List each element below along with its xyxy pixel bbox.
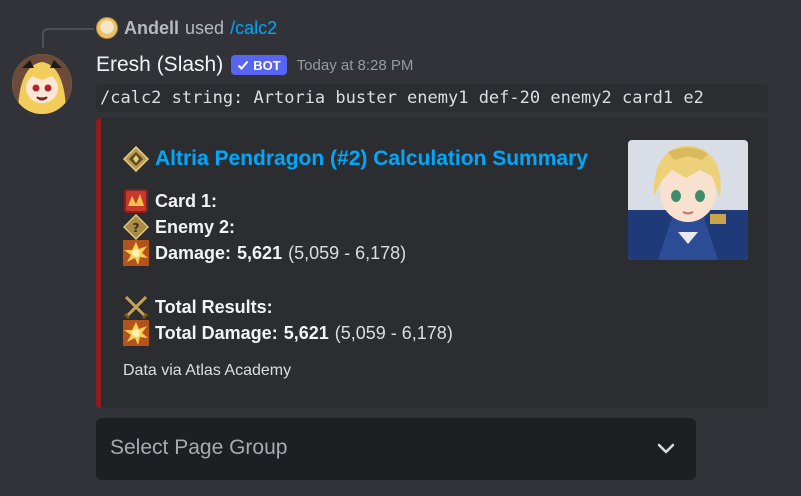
embed-title-link[interactable]: Altria Pendragon (#2) Calculation Summar… <box>155 147 588 171</box>
reply-user-avatar[interactable] <box>96 17 118 39</box>
message-timestamp[interactable]: Today at 8:28 PM <box>297 57 414 74</box>
enemy-label: Enemy 2: <box>155 216 236 237</box>
damage-field: Damage: 5,621 (5,059 - 6,178) <box>123 240 406 266</box>
embed-title: Altria Pendragon (#2) Calculation Summar… <box>123 146 588 172</box>
damage-range: (5,059 - 6,178) <box>288 242 407 263</box>
calculation-embed: Altria Pendragon (#2) Calculation Summar… <box>96 118 768 408</box>
reply-used-text: used <box>185 17 225 38</box>
enemy-class-icon: ? <box>123 214 149 240</box>
explosion-icon <box>123 240 149 266</box>
bot-avatar[interactable] <box>12 54 72 114</box>
reply-command-link[interactable]: /calc2 <box>230 18 277 39</box>
reply-reference[interactable]: Andell used /calc2 <box>96 16 277 40</box>
card-field: Card 1: <box>123 188 217 214</box>
crossed-swords-icon <box>123 295 149 320</box>
total-results-field: Total Results: <box>123 294 273 320</box>
class-diamond-icon <box>123 146 149 172</box>
page-group-select[interactable]: Select Page Group <box>96 418 696 480</box>
buster-card-icon <box>124 189 148 213</box>
bot-badge: BOT <box>231 55 287 75</box>
total-damage-label: Total Damage: <box>155 322 278 343</box>
total-damage-field: Total Damage: 5,621 (5,059 - 6,178) <box>123 320 453 346</box>
servant-portrait-image <box>628 140 748 260</box>
svg-text:?: ? <box>133 221 140 235</box>
chevron-down-icon <box>657 443 675 454</box>
select-placeholder: Select Page Group <box>110 436 288 459</box>
checkmark-icon <box>238 60 249 70</box>
bot-avatar-image <box>12 54 72 114</box>
reply-connector <box>42 28 94 48</box>
explosion-icon <box>123 320 149 346</box>
total-results-label: Total Results: <box>155 296 273 317</box>
reply-username[interactable]: Andell <box>124 18 179 39</box>
card-label: Card 1: <box>155 190 218 211</box>
message-header: Eresh (Slash) BOT Today at 8:28 PM <box>96 50 413 80</box>
servant-thumbnail[interactable] <box>628 140 748 260</box>
total-damage-value: 5,621 <box>283 322 329 343</box>
embed-footer: Data via Atlas Academy <box>123 362 292 379</box>
command-text: /calc2 string: Artoria buster enemy1 def… <box>96 84 768 112</box>
bot-badge-label: BOT <box>253 57 281 73</box>
damage-value: 5,621 <box>237 242 283 263</box>
enemy-field: ? Enemy 2: <box>123 214 235 240</box>
damage-label: Damage: <box>155 242 232 263</box>
bot-username[interactable]: Eresh (Slash) <box>96 53 223 77</box>
total-damage-range: (5,059 - 6,178) <box>334 322 453 343</box>
